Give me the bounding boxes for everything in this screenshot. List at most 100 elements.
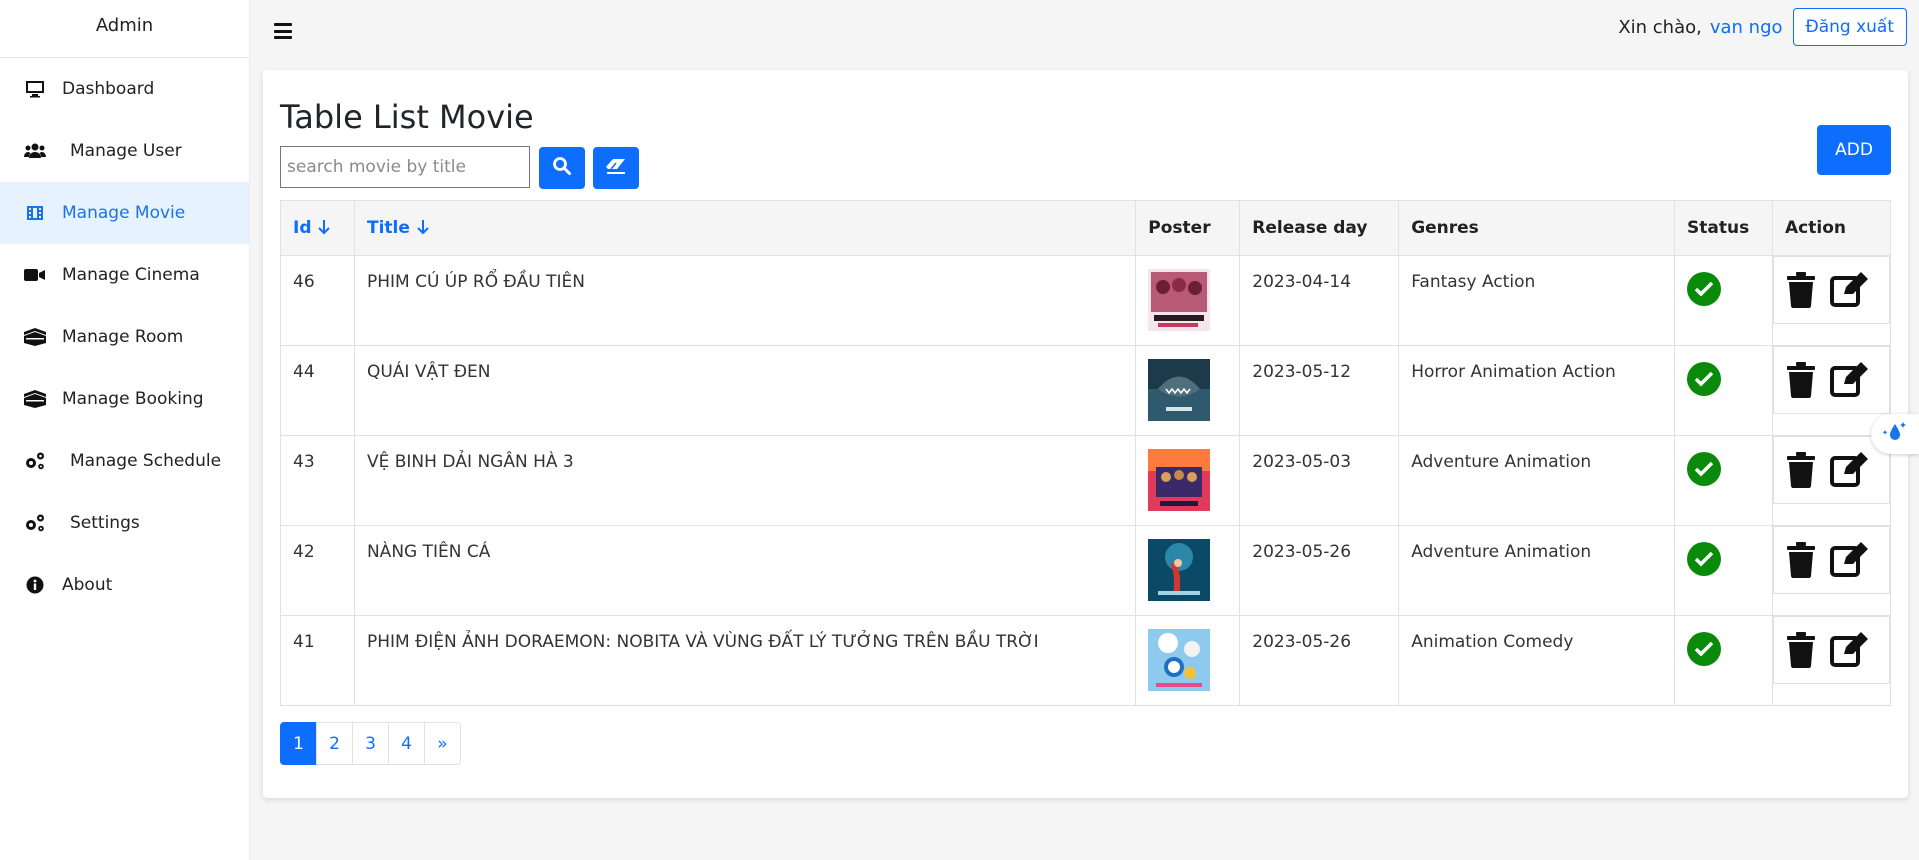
sidebar-item-label: Manage Booking xyxy=(62,389,204,409)
sidebar-item-manage-user[interactable]: Manage User xyxy=(0,120,249,182)
cell-status xyxy=(1674,255,1773,346)
page-4-button[interactable]: 4 xyxy=(388,722,425,765)
sidebar-item-label: Manage Movie xyxy=(62,203,186,223)
delete-icon[interactable] xyxy=(1786,362,1816,398)
cell-title: QUÁI VẬT ĐEN xyxy=(353,345,1137,436)
cell-genres: Fantasy Action xyxy=(1398,255,1676,346)
cell-genres: Adventure Animation xyxy=(1398,435,1676,526)
sidebar-item-dashboard[interactable]: Dashboard xyxy=(0,58,249,120)
cell-poster xyxy=(1135,435,1241,526)
check-circle-icon xyxy=(1687,632,1722,666)
delete-icon[interactable] xyxy=(1786,272,1816,308)
check-circle-icon xyxy=(1687,362,1722,396)
cell-release-day: 2023-05-12 xyxy=(1239,345,1400,436)
menu-toggle-icon[interactable] xyxy=(274,23,292,39)
add-movie-button[interactable]: ADD xyxy=(1817,125,1891,175)
sidebar-item-manage-schedule[interactable]: Manage Schedule xyxy=(0,430,249,492)
floating-assistant-button[interactable] xyxy=(1871,414,1919,454)
page-2-button[interactable]: 2 xyxy=(316,722,353,765)
logout-button[interactable]: Đăng xuất xyxy=(1792,8,1907,46)
check-circle-icon xyxy=(1687,452,1722,486)
column-header-genres: Genres xyxy=(1398,200,1676,256)
sidebar-item-manage-cinema[interactable]: Manage Cinema xyxy=(0,244,249,306)
page-1-button[interactable]: 1 xyxy=(280,722,317,765)
greeting-text: Xin chào, xyxy=(1618,16,1702,38)
users-icon xyxy=(24,140,46,162)
cell-action xyxy=(1772,615,1891,706)
column-header-status: Status xyxy=(1674,200,1773,256)
user-greeting: Xin chào, van ngo Đăng xuất xyxy=(1618,8,1907,46)
edit-icon[interactable] xyxy=(1830,452,1868,488)
film-icon xyxy=(24,202,46,224)
sort-down-icon xyxy=(417,220,429,235)
sidebar-item-settings[interactable]: Settings xyxy=(0,492,249,554)
cell-genres: Adventure Animation xyxy=(1398,525,1676,616)
pagination: 1 2 3 4 » xyxy=(280,722,461,765)
cell-poster xyxy=(1135,615,1241,706)
edit-icon[interactable] xyxy=(1830,272,1868,308)
sidebar-item-label: About xyxy=(62,575,113,595)
column-header-title[interactable]: Title xyxy=(353,200,1137,256)
cell-title: NÀNG TIÊN CÁ xyxy=(353,525,1137,616)
cell-status xyxy=(1674,435,1773,526)
cell-release-day: 2023-04-14 xyxy=(1239,255,1400,346)
room-icon xyxy=(24,326,46,348)
cell-action xyxy=(1772,435,1891,526)
search-input[interactable] xyxy=(280,146,530,188)
cell-title: PHIM CÚ ÚP RỔ ĐẦU TIÊN xyxy=(353,255,1137,346)
cell-status xyxy=(1674,525,1773,616)
username-link[interactable]: van ngo xyxy=(1710,17,1783,38)
cell-poster xyxy=(1135,525,1241,616)
cell-release-day: 2023-05-26 xyxy=(1239,525,1400,616)
check-circle-icon xyxy=(1687,272,1722,306)
sidebar: Admin Dashboard Manage User Manage Movie… xyxy=(0,0,250,860)
delete-icon[interactable] xyxy=(1786,452,1816,488)
check-circle-icon xyxy=(1687,542,1722,576)
page-title: Table List Movie xyxy=(280,98,534,136)
page-3-button[interactable]: 3 xyxy=(352,722,389,765)
sidebar-item-manage-room[interactable]: Manage Room xyxy=(0,306,249,368)
cell-release-day: 2023-05-03 xyxy=(1239,435,1400,526)
cell-genres: Animation Comedy xyxy=(1398,615,1676,706)
table-row: 46 PHIM CÚ ÚP RỔ ĐẦU TIÊN 2023-04-14 Fan… xyxy=(280,255,1891,346)
sidebar-item-manage-movie[interactable]: Manage Movie xyxy=(0,182,249,244)
sidebar-item-about[interactable]: About xyxy=(0,554,249,616)
sidebar-item-label: Manage User xyxy=(70,141,182,161)
cell-status xyxy=(1674,615,1773,706)
movie-list-card: Table List Movie ADD Id Title xyxy=(263,70,1908,798)
sort-down-icon xyxy=(318,220,331,235)
search-icon xyxy=(552,156,572,180)
video-camera-icon xyxy=(24,264,46,286)
movie-poster-image xyxy=(1148,629,1211,691)
next-page-button[interactable]: » xyxy=(424,722,461,765)
cell-poster xyxy=(1135,345,1241,436)
cell-id: 43 xyxy=(280,435,355,526)
cell-action xyxy=(1772,255,1891,346)
edit-icon[interactable] xyxy=(1830,632,1868,668)
column-header-id[interactable]: Id xyxy=(280,200,355,256)
table-row: 44 QUÁI VẬT ĐEN 2023-05-12 Horror Animat… xyxy=(280,345,1891,436)
cell-id: 46 xyxy=(280,255,355,346)
sidebar-brand: Admin xyxy=(0,0,249,58)
delete-icon[interactable] xyxy=(1786,542,1816,578)
gears-icon xyxy=(24,512,46,534)
edit-icon[interactable] xyxy=(1830,542,1868,578)
edit-icon[interactable] xyxy=(1830,362,1868,398)
sparkle-drop-icon xyxy=(1881,420,1909,448)
movie-poster-image xyxy=(1148,449,1211,511)
sidebar-item-label: Manage Cinema xyxy=(62,265,200,285)
cell-title: VỆ BINH DẢI NGÂN HÀ 3 xyxy=(353,435,1137,526)
cell-action xyxy=(1772,525,1891,616)
sidebar-item-manage-booking[interactable]: Manage Booking xyxy=(0,368,249,430)
delete-icon[interactable] xyxy=(1786,632,1816,668)
cell-status xyxy=(1674,345,1773,436)
search-button[interactable] xyxy=(539,147,585,189)
sidebar-item-label: Dashboard xyxy=(62,79,155,99)
table-header-row: Id Title Poster Release day Genres Statu… xyxy=(280,200,1891,256)
movie-poster-image xyxy=(1148,539,1211,601)
movie-table: Id Title Poster Release day Genres Statu… xyxy=(280,200,1891,706)
top-bar: Xin chào, van ngo Đăng xuất xyxy=(250,0,1919,62)
cell-id: 42 xyxy=(280,525,355,616)
clear-search-button[interactable] xyxy=(593,147,639,189)
table-row: 43 VỆ BINH DẢI NGÂN HÀ 3 2023-05-03 Adve… xyxy=(280,435,1891,526)
